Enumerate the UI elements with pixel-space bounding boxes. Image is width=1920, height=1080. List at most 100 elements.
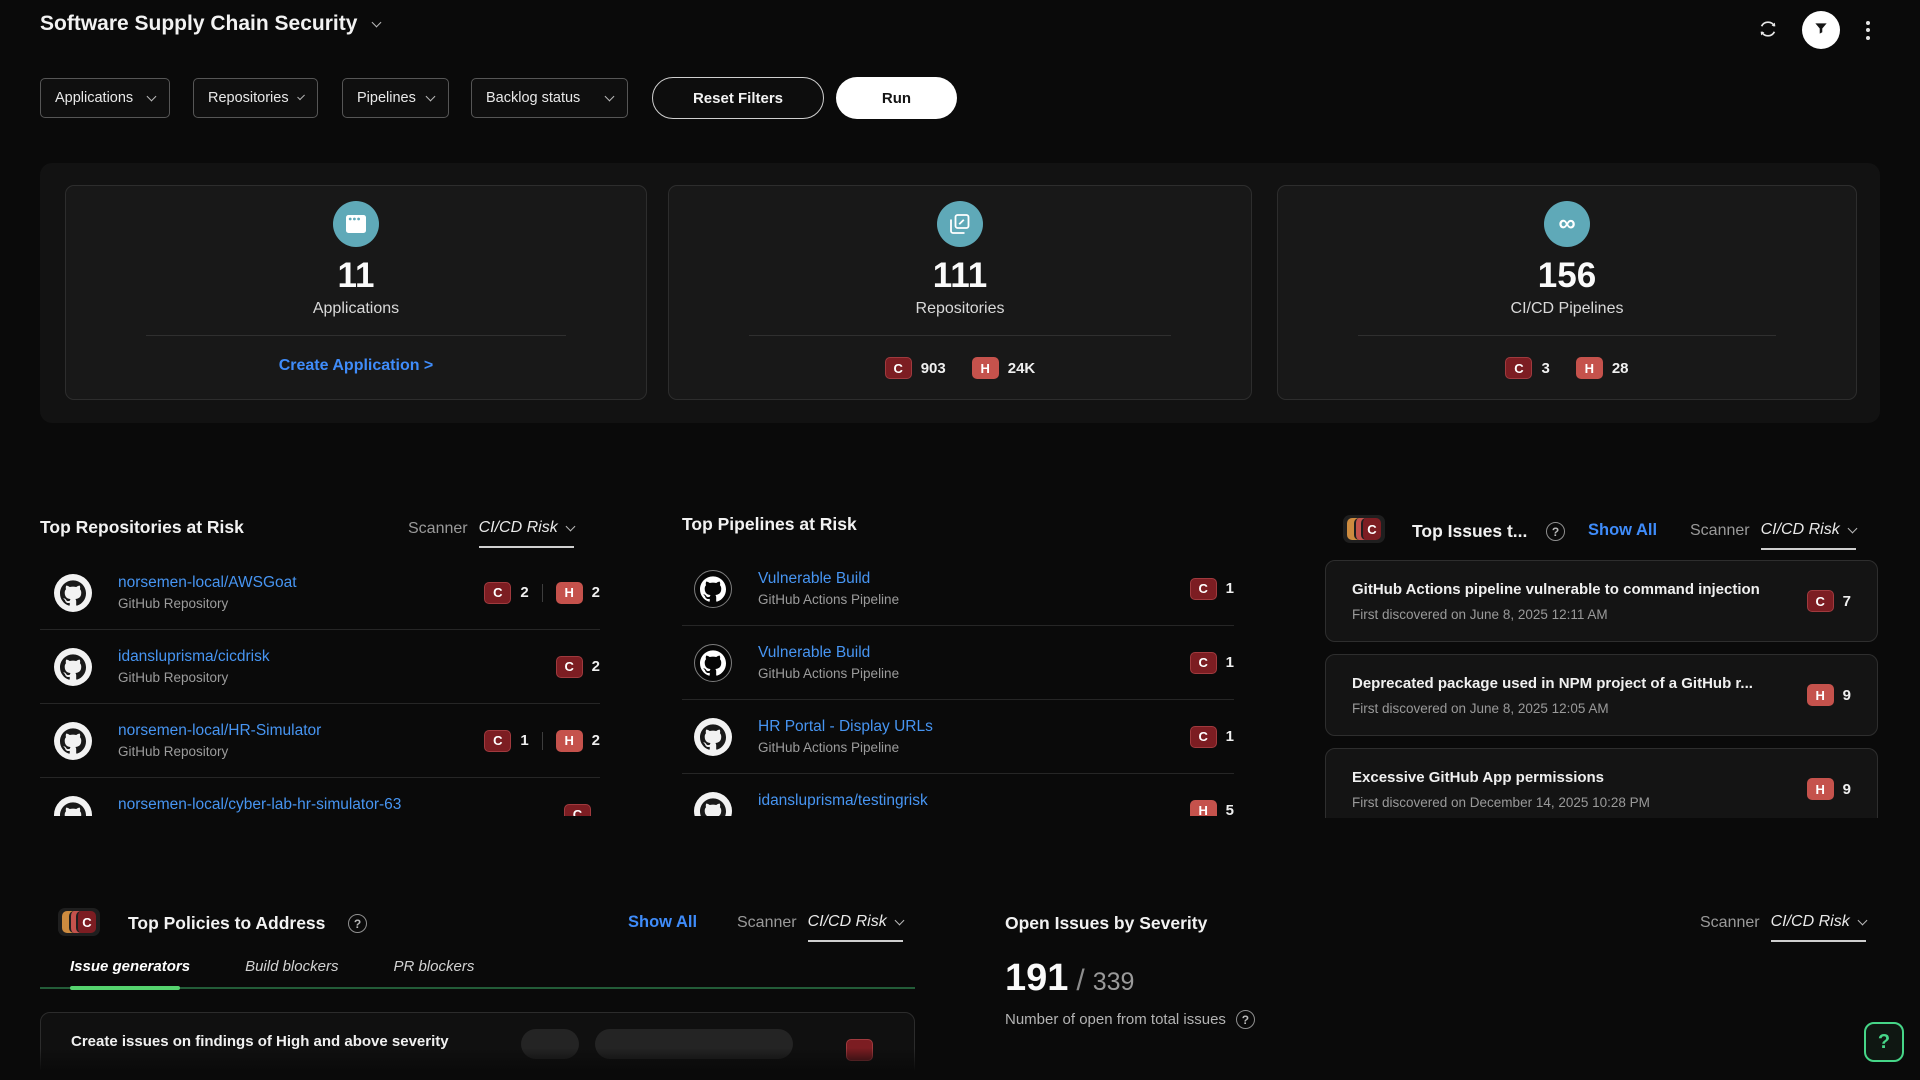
more-menu-button[interactable] — [1862, 17, 1874, 44]
backlog-status-filter-dropdown[interactable]: Backlog status — [471, 78, 628, 118]
high-count: 5 — [1226, 802, 1234, 816]
repositories-scanner-dropdown[interactable]: Scanner CI/CD Risk — [408, 519, 574, 548]
policies-scanner-dropdown[interactable]: Scanner CI/CD Risk — [737, 913, 903, 942]
issue-title: GitHub Actions pipeline vulnerable to co… — [1352, 581, 1807, 598]
issues-list: GitHub Actions pipeline vulnerable to co… — [1325, 560, 1878, 818]
repository-link[interactable]: idansluprisma/cicdrisk — [118, 648, 556, 666]
pipelines-label: CI/CD Pipelines — [1511, 300, 1624, 318]
total-count: 339 — [1093, 968, 1135, 997]
github-icon — [694, 570, 732, 608]
help-icon[interactable]: ? — [348, 914, 367, 933]
refresh-button[interactable] — [1756, 17, 1780, 44]
funnel-icon — [1812, 20, 1830, 41]
repositories-icon — [937, 201, 983, 247]
pipeline-row[interactable]: idansluprisma/testingrisk GitHub Actions… — [682, 774, 1234, 816]
issue-count: 9 — [1843, 687, 1851, 704]
create-application-link[interactable]: Create Application > — [279, 357, 434, 375]
high-badge: H — [972, 357, 999, 379]
pipelines-stat-card[interactable]: ∞ 156 CI/CD Pipelines C3 H28 — [1277, 185, 1857, 400]
chevron-down-icon — [147, 92, 157, 102]
filter-button[interactable] — [1802, 11, 1840, 49]
pipelines-infinity-icon: ∞ — [1544, 201, 1590, 247]
repository-link[interactable]: norsemen-local/cyber-lab-hr-simulator-63 — [118, 796, 564, 814]
github-icon — [694, 718, 732, 756]
repository-link[interactable]: norsemen-local/HR-Simulator — [118, 722, 484, 740]
chevron-down-icon[interactable] — [372, 18, 382, 28]
pipeline-row[interactable]: HR Portal - Display URLs GitHub Actions … — [682, 700, 1234, 774]
issue-discovered: First discovered on June 8, 2025 12:05 A… — [1352, 701, 1807, 716]
critical-count: 1 — [1226, 580, 1234, 597]
issue-card[interactable]: GitHub Actions pipeline vulnerable to co… — [1325, 560, 1878, 642]
repositories-filter-dropdown[interactable]: Repositories — [193, 78, 318, 118]
open-issues-title: Open Issues by Severity — [1005, 913, 1207, 934]
run-button[interactable]: Run — [836, 77, 957, 119]
issue-count: 7 — [1843, 593, 1851, 610]
repository-type: GitHub Repository — [118, 744, 484, 759]
github-icon — [694, 644, 732, 682]
issue-card[interactable]: Excessive GitHub App permissions First d… — [1325, 748, 1878, 818]
bottom-fade — [38, 1048, 918, 1080]
help-fab-button[interactable]: ? — [1864, 1022, 1904, 1062]
critical-badge: C — [1190, 726, 1217, 748]
issue-count: 9 — [1843, 781, 1851, 798]
critical-count: 1 — [1226, 728, 1234, 745]
tab-build-blockers[interactable]: Build blockers — [245, 958, 338, 975]
applications-filter-dropdown[interactable]: Applications — [40, 78, 170, 118]
critical-count: 3 — [1541, 360, 1549, 377]
repository-row[interactable]: norsemen-local/HR-Simulator GitHub Repos… — [40, 704, 600, 778]
repositories-label: Repositories — [916, 300, 1005, 318]
repository-row[interactable]: norsemen-local/AWSGoat GitHub Repository… — [40, 556, 600, 630]
divider — [542, 584, 543, 602]
applications-stat-card[interactable]: 11 Applications Create Application > — [65, 185, 647, 400]
critical-badge: C — [1505, 357, 1532, 379]
critical-badge: C — [1190, 652, 1217, 674]
pipeline-type: GitHub Actions Pipeline — [758, 740, 1190, 755]
pipeline-type: GitHub Actions Pipeline — [758, 666, 1190, 681]
repository-row[interactable]: norsemen-local/cyber-lab-hr-simulator-63… — [40, 778, 600, 816]
critical-badge: C — [484, 582, 511, 604]
github-icon — [54, 648, 92, 686]
open-issues-scanner-dropdown[interactable]: Scanner CI/CD Risk — [1700, 913, 1866, 942]
reset-filters-button[interactable]: Reset Filters — [652, 77, 824, 119]
pipelines-section-title: Top Pipelines at Risk — [682, 514, 857, 535]
critical-count: 1 — [520, 732, 528, 749]
critical-badge: C — [564, 804, 591, 817]
issue-discovered: First discovered on June 8, 2025 12:11 A… — [1352, 607, 1807, 622]
help-icon[interactable]: ? — [1546, 522, 1565, 541]
issue-card[interactable]: Deprecated package used in NPM project o… — [1325, 654, 1878, 736]
help-icon[interactable]: ? — [1236, 1010, 1255, 1029]
issues-severity-stack-icon: C — [1343, 515, 1385, 545]
repository-row[interactable]: idansluprisma/cicdrisk GitHub Repository… — [40, 630, 600, 704]
repository-link[interactable]: norsemen-local/AWSGoat — [118, 574, 484, 592]
pipelines-list: Vulnerable Build GitHub Actions Pipeline… — [682, 552, 1234, 816]
pipeline-link[interactable]: Vulnerable Build — [758, 570, 1190, 588]
issues-show-all-link[interactable]: Show All — [1588, 521, 1657, 540]
refresh-icon — [1756, 17, 1780, 44]
summary-cards-panel: 11 Applications Create Application > 111… — [40, 163, 1880, 423]
tab-pr-blockers[interactable]: PR blockers — [393, 958, 474, 975]
policies-section-title: Top Policies to Address — [128, 913, 325, 934]
pipeline-link[interactable]: HR Portal - Display URLs — [758, 718, 1190, 736]
issue-discovered: First discovered on December 14, 2025 10… — [1352, 795, 1807, 810]
issues-section-title: Top Issues t... — [1412, 521, 1527, 542]
pipeline-link[interactable]: idansluprisma/testingrisk — [758, 792, 1190, 810]
pipelines-filter-dropdown[interactable]: Pipelines — [342, 78, 449, 118]
filter-bar: Applications Repositories Pipelines Back… — [0, 78, 1920, 118]
pipeline-row[interactable]: Vulnerable Build GitHub Actions Pipeline… — [682, 626, 1234, 700]
pipeline-row[interactable]: Vulnerable Build GitHub Actions Pipeline… — [682, 552, 1234, 626]
page-title: Software Supply Chain Security — [40, 12, 357, 36]
issue-title: Excessive GitHub App permissions — [1352, 769, 1807, 786]
repositories-stat-card[interactable]: 111 Repositories C903 H24K — [668, 185, 1252, 400]
repositories-list: norsemen-local/AWSGoat GitHub Repository… — [40, 556, 600, 816]
critical-badge: C — [484, 730, 511, 752]
issues-scanner-dropdown[interactable]: Scanner CI/CD Risk — [1690, 521, 1856, 550]
chevron-down-icon — [297, 92, 305, 100]
open-issues-ratio: 191 / 339 — [1005, 957, 1134, 1000]
policies-severity-stack-icon: C — [58, 908, 100, 938]
pipeline-link[interactable]: Vulnerable Build — [758, 644, 1190, 662]
github-icon — [694, 792, 732, 817]
page-title-row: Software Supply Chain Security — [40, 12, 380, 36]
repository-type: GitHub Repository — [118, 596, 484, 611]
tab-issue-generators[interactable]: Issue generators — [70, 958, 190, 975]
policies-show-all-link[interactable]: Show All — [628, 913, 697, 932]
